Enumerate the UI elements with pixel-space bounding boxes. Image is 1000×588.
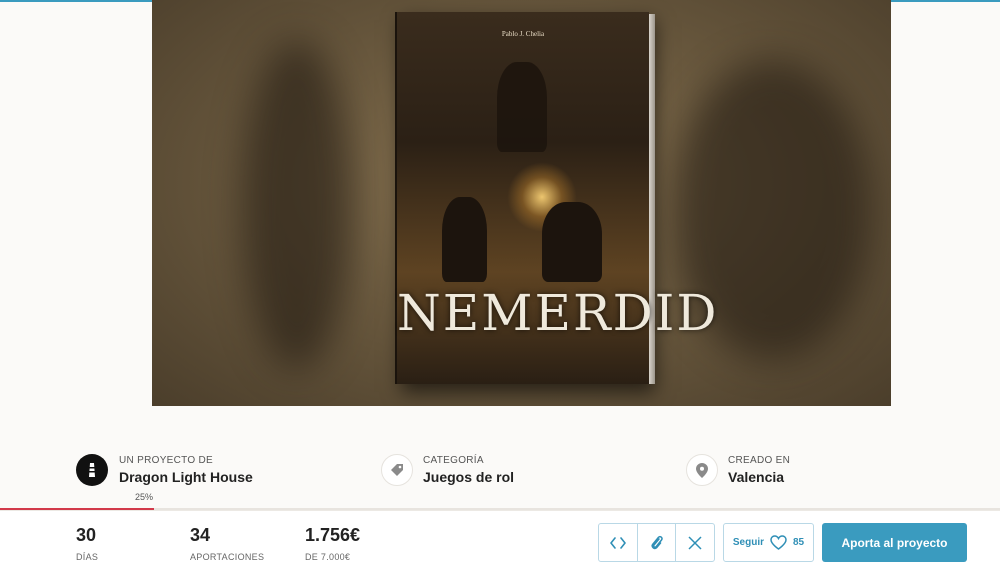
share-x-button[interactable] — [676, 524, 714, 561]
stat-days-label: DÍAS — [76, 552, 99, 562]
book-figure-left — [442, 197, 487, 282]
category-info: CATEGORÍA Juegos de rol — [381, 452, 514, 488]
heart-icon — [770, 535, 787, 550]
share-button-group — [598, 523, 715, 562]
creator-info: UN PROYECTO DE Dragon Light House — [76, 452, 253, 488]
stat-raised: 1.756€ DE 7.000€ — [305, 525, 360, 562]
project-hero-image: Pablo J. Chelia NEMERDID — [152, 0, 891, 406]
location-info: CREADO EN Valencia — [686, 452, 790, 488]
category-value[interactable]: Juegos de rol — [423, 469, 514, 485]
book-figure-top — [497, 62, 547, 152]
creator-name[interactable]: Dragon Light House — [119, 469, 253, 485]
book-title: NEMERDID — [397, 284, 719, 342]
creator-label: UN PROYECTO DE — [119, 455, 214, 466]
category-label: CATEGORÍA — [423, 455, 484, 466]
follow-button[interactable]: Seguir 85 — [723, 523, 814, 562]
location-label: CREADO EN — [728, 455, 791, 466]
follow-label: Seguir — [732, 537, 764, 548]
location-icon-circle — [686, 454, 718, 486]
code-icon — [610, 536, 626, 549]
tag-icon — [391, 464, 403, 476]
location-value[interactable]: Valencia — [728, 469, 790, 485]
stat-days-value: 30 — [76, 525, 97, 545]
category-icon-circle — [381, 454, 413, 486]
x-twitter-icon — [688, 535, 702, 550]
stat-contributions-label: APORTACIONES — [190, 552, 265, 562]
map-pin-icon — [696, 462, 708, 478]
stat-raised-value: 1.756€ — [305, 525, 361, 545]
contribute-button[interactable]: Aporta al proyecto — [822, 523, 967, 562]
stat-contributions: 34 APORTACIONES — [190, 525, 264, 562]
book-author: Pablo J. Chelia — [501, 30, 545, 38]
lighthouse-icon — [88, 463, 96, 477]
progress-percent: 25% — [135, 492, 154, 502]
copy-link-button[interactable] — [638, 524, 677, 561]
creator-avatar[interactable] — [76, 454, 108, 486]
hero-shadow-left — [242, 40, 352, 370]
follow-count: 85 — [793, 537, 805, 548]
embed-button[interactable] — [599, 524, 638, 561]
stat-days: 30 DÍAS — [76, 525, 98, 562]
stat-raised-goal: DE 7.000€ — [305, 552, 351, 562]
book-figure-right — [542, 202, 602, 282]
link-icon — [651, 535, 663, 549]
stat-contributions-value: 34 — [190, 525, 211, 545]
book-cover: Pablo J. Chelia NEMERDID — [395, 12, 719, 384]
funding-bar: 30 DÍAS 34 APORTACIONES 1.756€ DE 7.000€… — [0, 510, 1000, 588]
